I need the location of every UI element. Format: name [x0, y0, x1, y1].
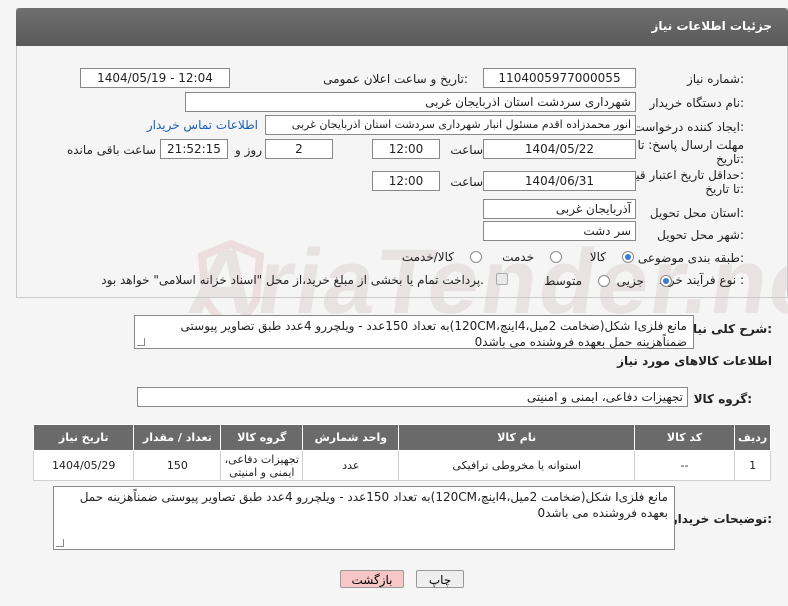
validity-time-label: ساعت — [450, 175, 483, 189]
category-radio-service[interactable] — [550, 251, 562, 263]
cell-qty: 150 — [133, 450, 222, 481]
validity-label-line1: حداقل تاریخ اعتبار قیمت: — [617, 168, 744, 182]
deadline-label-line1: مهلت ارسال پاسخ: تا — [637, 138, 744, 152]
page-title: جزئیات اطلاعات نیاز — [651, 19, 772, 33]
announce-datetime-label: تاریخ و ساعت اعلان عمومی: — [323, 72, 468, 86]
need-number-field: 1104005977000055 — [483, 68, 636, 88]
deadline-date-field: 1404/05/22 — [483, 139, 636, 159]
need-number-label: شماره نیاز: — [686, 72, 744, 86]
col-code-header: کد کالا — [633, 424, 736, 451]
buyer-org-field: شهرداری سردشت استان اذربایجان غربی — [185, 92, 636, 112]
validity-date-field: 1404/06/31 — [483, 171, 636, 191]
category-radio-goods[interactable] — [622, 251, 634, 263]
back-button[interactable]: بازگشت — [340, 570, 404, 588]
treasury-payment-checkbox[interactable] — [496, 273, 508, 285]
resize-handle[interactable] — [137, 338, 145, 346]
cell-unit: عدد — [302, 450, 400, 481]
general-description-label: شرح کلی نیاز: — [686, 322, 772, 336]
header-bar: جزئیات اطلاعات نیاز — [16, 8, 788, 46]
col-name-header: نام کالا — [398, 424, 635, 451]
cell-row: 1 — [734, 450, 771, 481]
category-option-service: خدمت — [502, 250, 534, 264]
buyer-org-label: نام دستگاه خریدار: — [649, 96, 745, 110]
process-radio-minor[interactable] — [660, 275, 672, 287]
general-description-field: مانع فلزیI شکل(ضخامت 2میل،4اینچ،120CM)به… — [134, 315, 694, 349]
city-field: سر دشت — [483, 221, 636, 241]
cell-code: -- — [633, 450, 736, 481]
buyer-notes-field: مانع فلزیI شکل(ضخامت 2میل،4اینچ،120CM)به… — [53, 486, 675, 550]
deadline-time-label: ساعت — [450, 143, 483, 157]
category-option-goods: کالا — [589, 250, 606, 264]
remaining-time-field: 21:52:15 — [160, 139, 228, 159]
print-button[interactable]: چاپ — [416, 570, 464, 588]
category-label: طبقه بندی موضوعی: — [637, 251, 744, 265]
validity-time-field: 12:00 — [372, 171, 440, 191]
col-group-header: گروه کالا — [220, 424, 304, 451]
goods-group-label: گروه کالا: — [693, 392, 752, 406]
remaining-time-label: ساعت باقی مانده — [66, 143, 156, 157]
table-header-row: ردیف کد کالا نام کالا واحد شمارش گروه کا… — [32, 424, 771, 451]
deadline-label-line2: تاریخ: — [716, 152, 744, 166]
announce-datetime-field: 1404/05/19 - 12:04 — [80, 68, 230, 88]
buyer-notes-label: توضیحات خریدار: — [670, 512, 772, 526]
cell-name: استوانه یا مخروطی ترافیکی — [398, 450, 635, 481]
col-qty-header: تعداد / مقدار — [133, 424, 222, 451]
process-option-minor: جزیی — [616, 274, 644, 288]
province-field: آذربایجان غربی — [483, 199, 636, 219]
col-row-header: ردیف — [734, 424, 771, 451]
process-radio-medium[interactable] — [598, 275, 610, 287]
category-radio-goods-service[interactable] — [470, 251, 482, 263]
cell-date: 1404/05/29 — [32, 450, 135, 481]
deadline-time-field: 12:00 — [372, 139, 440, 159]
col-unit-header: واحد شمارش — [302, 424, 400, 451]
notes-resize-handle[interactable] — [56, 539, 64, 547]
table-row: 1 -- استوانه یا مخروطی ترافیکی عدد تجهیز… — [32, 450, 771, 481]
requester-field: انور محمدزاده اقدم مسئول انبار شهرداری س… — [265, 115, 636, 135]
days-label: روز و — [235, 143, 262, 157]
province-label: استان محل تحویل: — [649, 206, 744, 220]
cell-group: تجهیزات دفاعی، ایمنی و امنیتی — [220, 450, 304, 481]
treasury-payment-note: پرداخت تمام یا بخشی از مبلغ خرید،از محل … — [101, 273, 484, 287]
buyer-contact-link[interactable]: اطلاعات تماس خریدار — [147, 118, 258, 132]
goods-group-field: تجهیزات دفاعی، ایمنی و امنیتی — [137, 387, 688, 407]
col-date-header: تاریخ نیاز — [32, 424, 135, 451]
goods-table: ردیف کد کالا نام کالا واحد شمارش گروه کا… — [32, 424, 771, 481]
validity-label-line2: تا تاریخ: — [705, 182, 744, 196]
days-remaining-field: 2 — [265, 139, 333, 159]
requester-label: ایجاد کننده درخواست: — [633, 120, 744, 134]
city-label: شهر محل تحویل: — [657, 228, 744, 242]
goods-info-title: اطلاعات کالاهای مورد نیاز — [617, 354, 772, 368]
process-option-medium: متوسط — [544, 274, 582, 288]
category-option-goods-service: کالا/خدمت — [401, 250, 454, 264]
